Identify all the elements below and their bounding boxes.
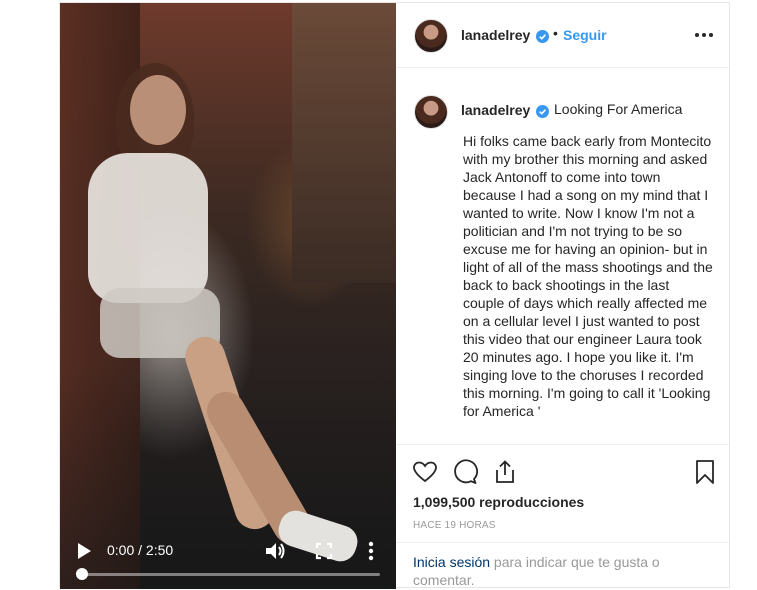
bookmark-icon [696,460,714,484]
caption-username[interactable]: lanadelrey [461,102,530,118]
instagram-post: 0:00 / 2:50 lanadelrey • Seguir lanadelr… [59,2,730,589]
options-icon [695,33,713,37]
like-button[interactable] [412,459,438,485]
login-link[interactable]: Inicia sesión [413,554,490,570]
volume-icon [266,543,285,559]
video-controls: 0:00 / 2:50 [60,529,396,589]
post-side-panel: lanadelrey • Seguir lanadelrey Looking F… [396,3,729,588]
post-timestamp[interactable]: HACE 19 HORAS [413,520,496,531]
verified-badge [536,28,549,46]
video-time-display: 0:00 / 2:50 [107,542,174,558]
comment-icon [454,459,478,484]
post-options-button[interactable] [692,25,716,45]
video-more-button[interactable] [363,540,379,562]
video-progress-knob[interactable] [76,568,88,580]
header-username[interactable]: lanadelrey [461,27,530,43]
separator-dot: • [553,25,558,41]
view-count[interactable]: 1,099,500 reproducciones [413,494,584,510]
login-prompt-text: Inicia sesión para indicar que te gusta … [413,553,703,589]
follow-button[interactable]: Seguir [563,27,607,43]
avatar[interactable] [414,19,448,53]
caption-body: Hi folks came back early from Montecito … [463,133,717,419]
video-player[interactable]: 0:00 / 2:50 [60,3,396,589]
video-scene-door [292,3,396,283]
post-actions: 1,099,500 reproducciones HACE 19 HORAS I… [396,444,729,588]
share-icon [496,460,514,483]
verified-badge-icon [536,30,549,43]
caption-title: Looking For America [554,101,683,117]
save-button[interactable] [692,459,718,485]
play-icon [78,543,91,559]
fullscreen-button[interactable] [313,540,335,562]
avatar[interactable] [414,95,448,129]
heart-icon [413,461,437,483]
verified-badge [536,103,549,121]
caption-area: lanadelrey Looking For America Hi folks … [396,68,729,444]
share-button[interactable] [492,459,518,485]
verified-badge-icon [536,105,549,118]
video-scene-head [130,75,186,145]
comment-button[interactable] [452,459,478,485]
volume-button[interactable] [264,540,286,562]
play-button[interactable] [74,541,94,561]
video-scene-jacket [88,153,208,303]
fullscreen-icon [315,542,333,560]
login-prompt: Inicia sesión para indicar que te gusta … [396,542,729,589]
post-header: lanadelrey • Seguir [396,3,729,68]
video-progress-track[interactable] [82,573,380,576]
more-vertical-icon [368,541,374,561]
